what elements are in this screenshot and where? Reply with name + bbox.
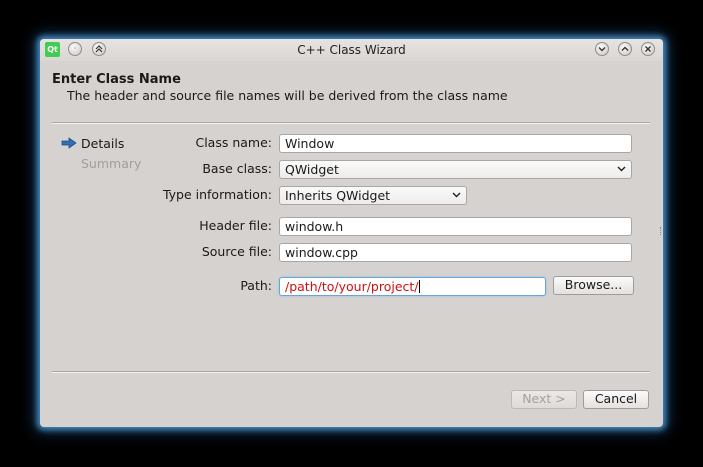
type-information-label: Type information: xyxy=(162,187,272,202)
cancel-button[interactable]: Cancel xyxy=(583,390,649,409)
header-file-input[interactable]: window.h xyxy=(279,217,632,236)
page-heading: Enter Class Name xyxy=(52,72,181,87)
type-information-value: Inherits QWidget xyxy=(285,188,391,203)
chevron-up-icon xyxy=(621,46,629,51)
base-class-label: Base class: xyxy=(202,161,272,176)
browse-button[interactable]: Browse... xyxy=(553,276,634,295)
page-subheading: The header and source file names will be… xyxy=(67,88,508,103)
header-divider xyxy=(52,122,650,124)
window-title: C++ Class Wizard xyxy=(297,43,406,57)
class-name-input[interactable]: Window xyxy=(279,134,632,153)
next-button[interactable]: Next > xyxy=(511,390,577,409)
chevron-down-icon xyxy=(598,47,606,52)
path-value: /path/to/your/project/ xyxy=(285,279,419,294)
base-class-value: QWidget xyxy=(285,162,339,177)
title-bar[interactable]: Qt · C++ Class Wizard xyxy=(40,39,663,61)
resize-grip[interactable] xyxy=(660,227,663,235)
close-button[interactable] xyxy=(641,42,655,56)
footer-divider xyxy=(52,371,650,373)
text-cursor xyxy=(418,280,420,293)
close-icon xyxy=(645,46,651,52)
type-information-combobox[interactable]: Inherits QWidget xyxy=(279,186,467,205)
header-file-label: Header file: xyxy=(199,218,272,233)
class-name-label: Class name: xyxy=(195,135,272,150)
base-class-combobox[interactable]: QWidget xyxy=(279,160,632,179)
chevron-down-icon xyxy=(617,166,626,172)
maximize-button[interactable] xyxy=(618,42,632,56)
source-file-label: Source file: xyxy=(201,244,272,259)
minimize-button[interactable] xyxy=(595,42,609,56)
source-file-input[interactable]: window.cpp xyxy=(279,243,632,262)
path-label: Path: xyxy=(240,278,272,293)
chevron-down-icon xyxy=(452,192,461,198)
class-wizard-window: Qt · C++ Class Wizard Enter Class Name T… xyxy=(40,39,663,427)
path-input[interactable]: /path/to/your/project/ xyxy=(279,277,546,296)
